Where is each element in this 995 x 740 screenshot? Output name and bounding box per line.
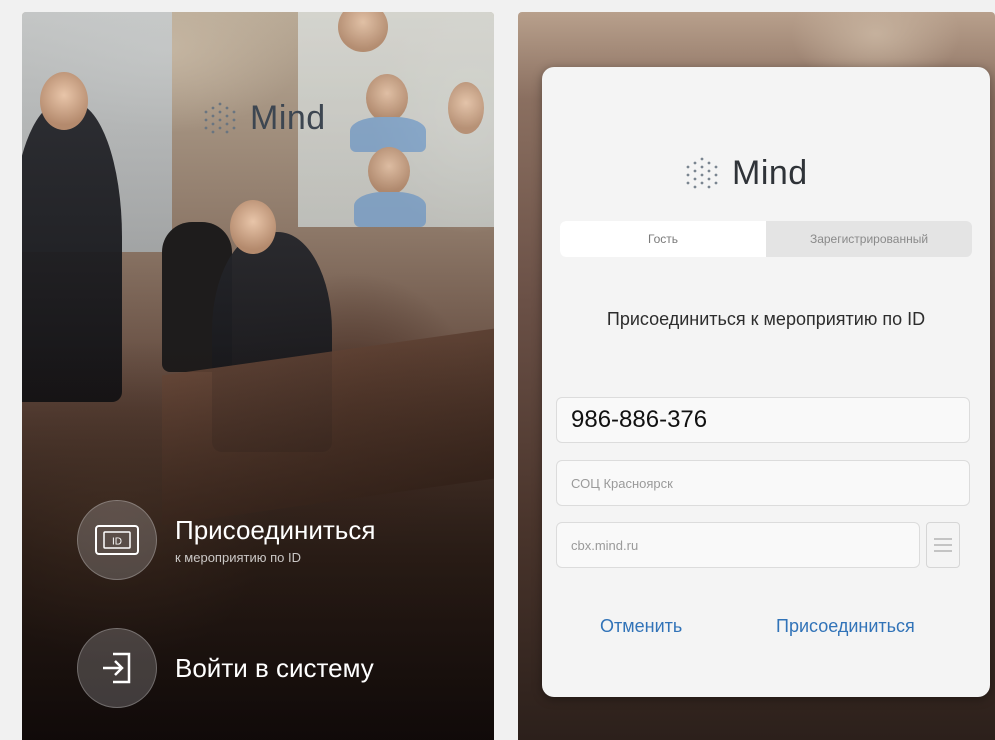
join-action-subtitle: к мероприятию по ID [175, 550, 301, 565]
join-action-title: Присоединиться [175, 515, 376, 545]
join-icon-circle: ID [77, 500, 157, 580]
tab-registered[interactable]: Зарегистрированный [766, 221, 972, 257]
dialog-heading: Присоединиться к мероприятию по ID [606, 309, 926, 329]
join-dialog-screen: Mind Гость Зарегистрированный Присоедини… [518, 12, 995, 740]
sign-in-icon [103, 652, 131, 684]
logo-wordmark: Mind [732, 153, 808, 192]
server-field[interactable] [556, 522, 920, 568]
conference-id-field[interactable] [556, 397, 970, 443]
brand-logo: Mind [200, 98, 326, 138]
login-button[interactable]: Войти в систему [77, 628, 374, 708]
mind-logo-icon [204, 102, 236, 134]
display-name-input[interactable] [569, 474, 969, 492]
cancel-button[interactable]: Отменить [594, 615, 688, 638]
id-icon-label: ID [112, 537, 122, 548]
join-button[interactable]: Присоединиться [770, 615, 921, 638]
login-action-title: Войти в систему [175, 652, 374, 683]
server-list-icon[interactable] [926, 522, 960, 568]
mind-logo-icon [686, 157, 718, 189]
join-by-id-button[interactable]: ID Присоединиться к мероприятию по ID [77, 500, 375, 580]
join-dialog: Mind Гость Зарегистрированный Присоедини… [542, 67, 990, 697]
id-card-icon: ID [95, 525, 139, 555]
logo-wordmark: Mind [250, 98, 326, 137]
server-input[interactable] [569, 536, 919, 554]
user-type-tabs: Гость Зарегистрированный [560, 221, 972, 257]
conference-id-input[interactable] [569, 405, 969, 435]
tab-guest[interactable]: Гость [560, 221, 766, 257]
display-name-field[interactable] [556, 460, 970, 506]
login-icon-circle [77, 628, 157, 708]
welcome-screen: Mind ID Присоединиться к мероприятию по … [22, 12, 494, 740]
dialog-brand-logo: Mind [682, 153, 808, 193]
